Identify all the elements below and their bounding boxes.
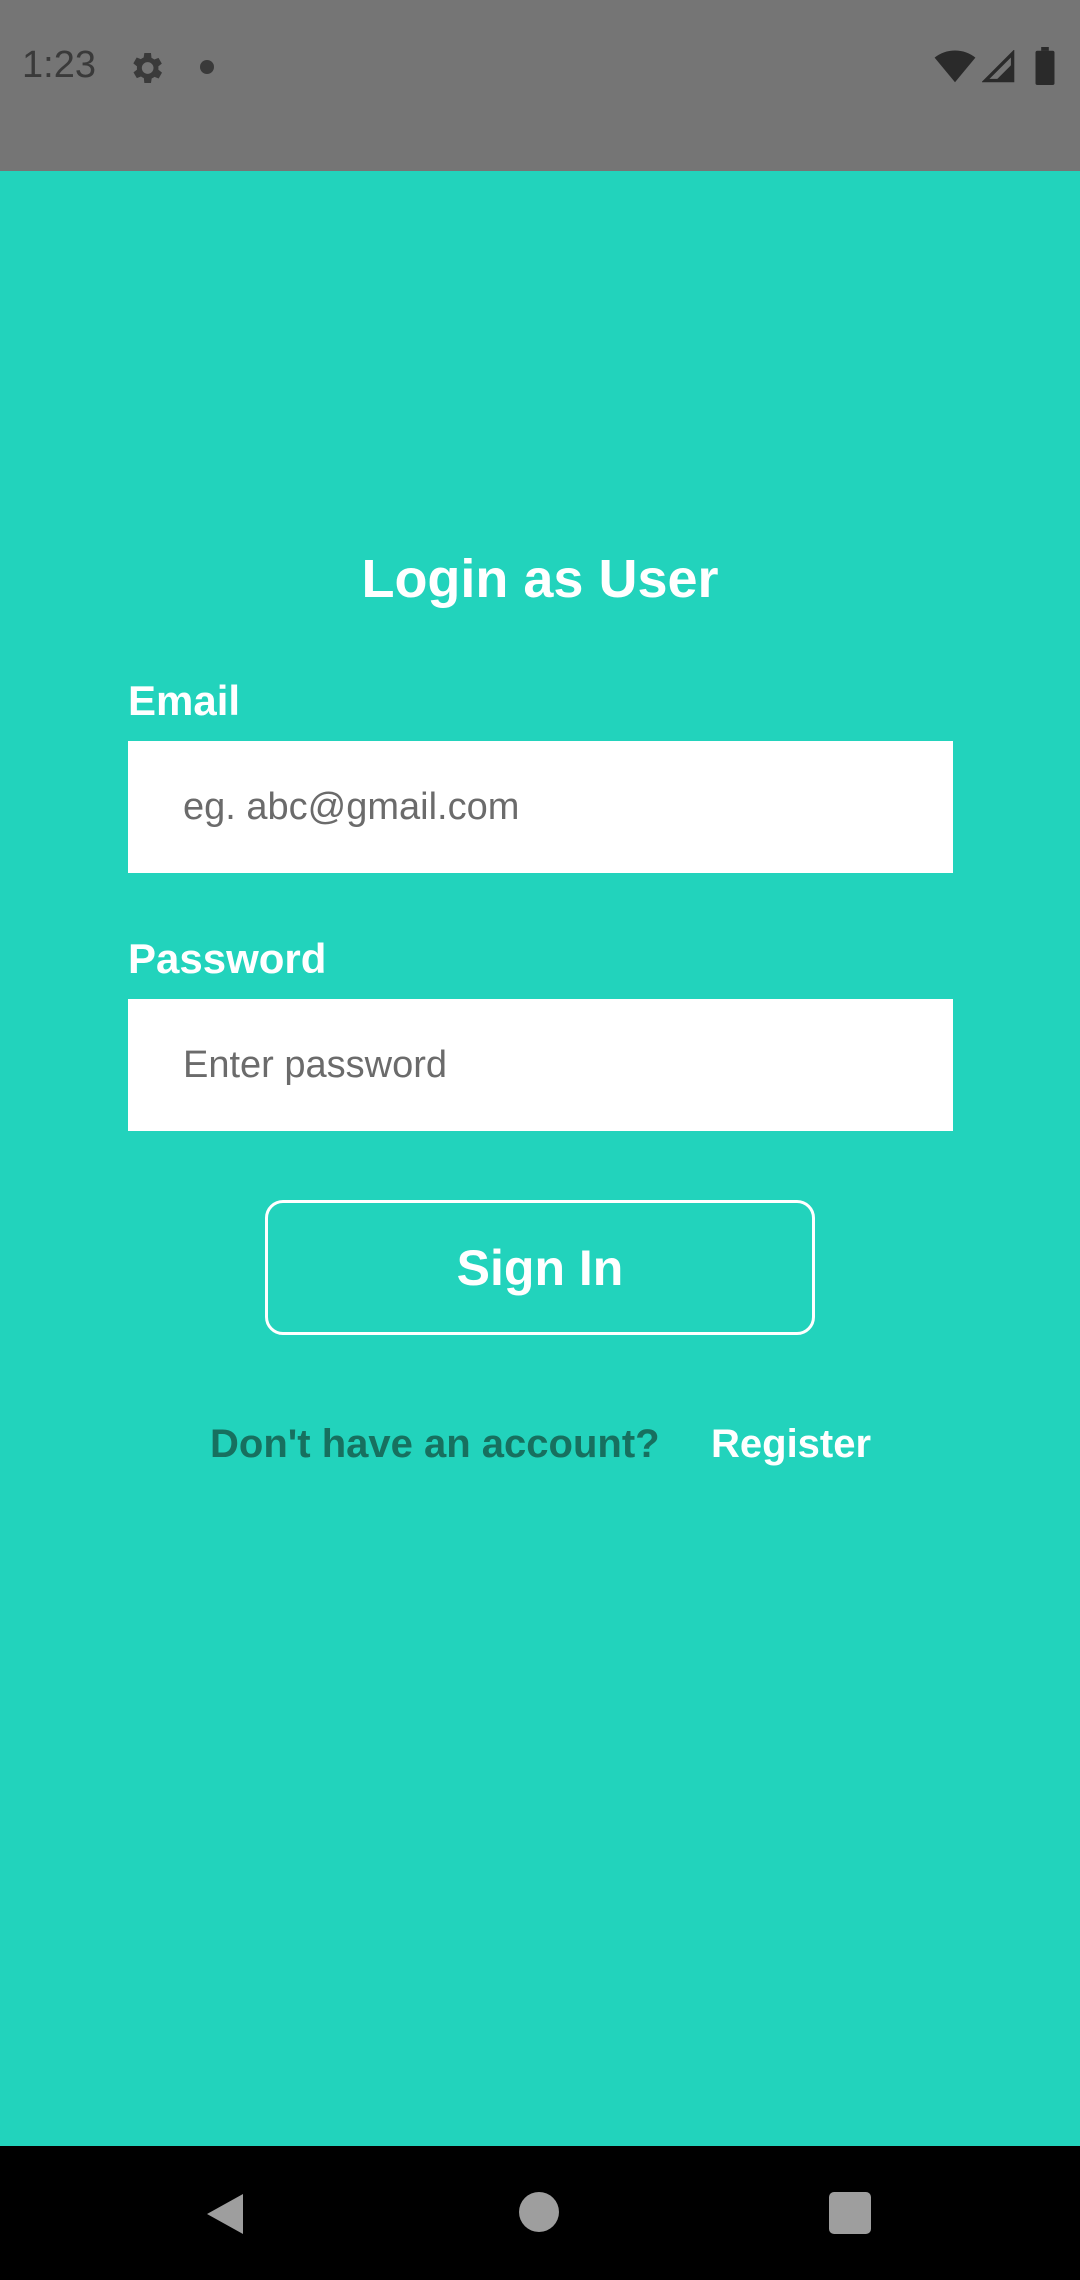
sign-in-button[interactable]: Sign In	[265, 1200, 815, 1335]
page-title: Login as User	[361, 549, 719, 609]
no-account-text: Don't have an account?	[210, 1422, 660, 1466]
notification-dot	[200, 60, 214, 74]
sign-in-button-label: Sign In	[456, 1239, 624, 1296]
back-icon[interactable]	[203, 2190, 247, 2238]
login-screen	[0, 171, 1080, 2146]
password-input[interactable]	[128, 999, 953, 1131]
register-link[interactable]: Register	[711, 1422, 871, 1467]
gear-icon	[133, 53, 162, 83]
email-input[interactable]	[128, 741, 953, 873]
recents-icon[interactable]	[829, 2192, 871, 2234]
wifi-icon	[934, 50, 976, 83]
navigation-bar	[0, 2146, 1080, 2280]
home-icon[interactable]	[519, 2192, 559, 2232]
battery-icon	[1035, 47, 1055, 85]
password-label: Password	[128, 935, 327, 982]
status-time: 1:23	[22, 44, 96, 86]
email-label: Email	[128, 677, 241, 724]
cell-signal-icon	[982, 50, 1015, 83]
status-bar: 1:23	[0, 0, 1080, 171]
